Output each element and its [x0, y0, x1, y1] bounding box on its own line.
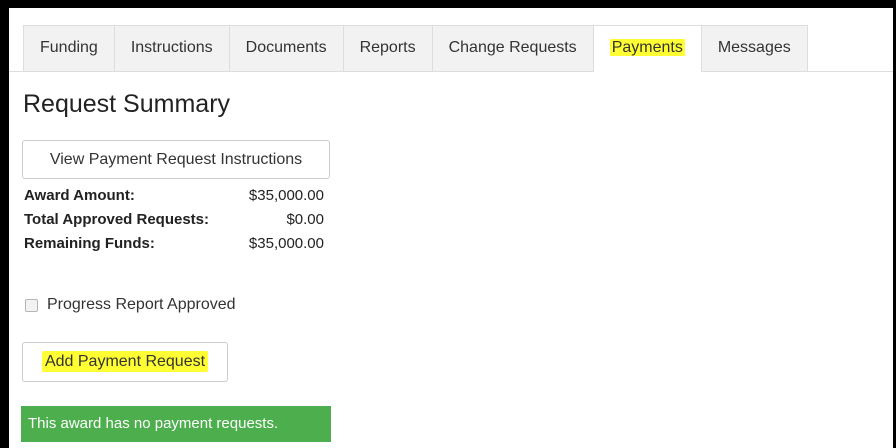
summary-value: $35,000.00	[248, 235, 324, 252]
add-payment-request-button[interactable]: Add Payment Request	[22, 342, 228, 382]
summary-value: $0.00	[286, 211, 324, 228]
summary-label: Award Amount:	[24, 187, 135, 204]
progress-report-approved-checkbox[interactable]	[25, 298, 38, 312]
summary-row-award-amount: Award Amount: $35,000.00	[24, 184, 324, 208]
tab-documents[interactable]: Documents	[228, 25, 344, 71]
checkbox-label: Progress Report Approved	[47, 296, 236, 313]
summary-row-remaining-funds: Remaining Funds: $35,000.00	[24, 232, 324, 256]
tab-bar: Funding Instructions Documents Reports C…	[9, 8, 893, 72]
summary-row-total-approved: Total Approved Requests: $0.00	[24, 208, 324, 232]
tab-label: Messages	[717, 39, 791, 56]
tab-label: Payments	[609, 39, 685, 56]
summary-value: $35,000.00	[248, 187, 324, 204]
tab-label: Instructions	[130, 39, 213, 56]
tab-label: Documents	[245, 39, 327, 56]
view-payment-request-instructions-button[interactable]: View Payment Request Instructions	[22, 140, 330, 179]
award-summary: Award Amount: $35,000.00 Total Approved …	[24, 184, 324, 256]
tab-change-requests[interactable]: Change Requests	[431, 25, 594, 71]
tab-instructions[interactable]: Instructions	[113, 25, 230, 71]
tab-payments[interactable]: Payments	[592, 25, 702, 72]
tab-list: Funding Instructions Documents Reports C…	[23, 25, 808, 72]
window-frame-top	[0, 0, 896, 8]
tab-label: Funding	[40, 39, 98, 56]
summary-label: Remaining Funds:	[24, 235, 155, 252]
tab-label: Reports	[359, 39, 416, 56]
progress-report-approved-checkbox-row: Progress Report Approved	[25, 294, 236, 316]
tab-funding[interactable]: Funding	[23, 25, 115, 71]
tab-messages[interactable]: Messages	[700, 25, 808, 71]
summary-label: Total Approved Requests:	[24, 211, 210, 228]
page-title: Request Summary	[23, 90, 231, 118]
window-frame-left	[0, 0, 9, 448]
tab-label: Change Requests	[448, 39, 577, 56]
tab-reports[interactable]: Reports	[342, 25, 433, 71]
no-payment-requests-alert: This award has no payment requests.	[21, 406, 331, 442]
add-payment-request-label: Add Payment Request	[41, 351, 209, 372]
